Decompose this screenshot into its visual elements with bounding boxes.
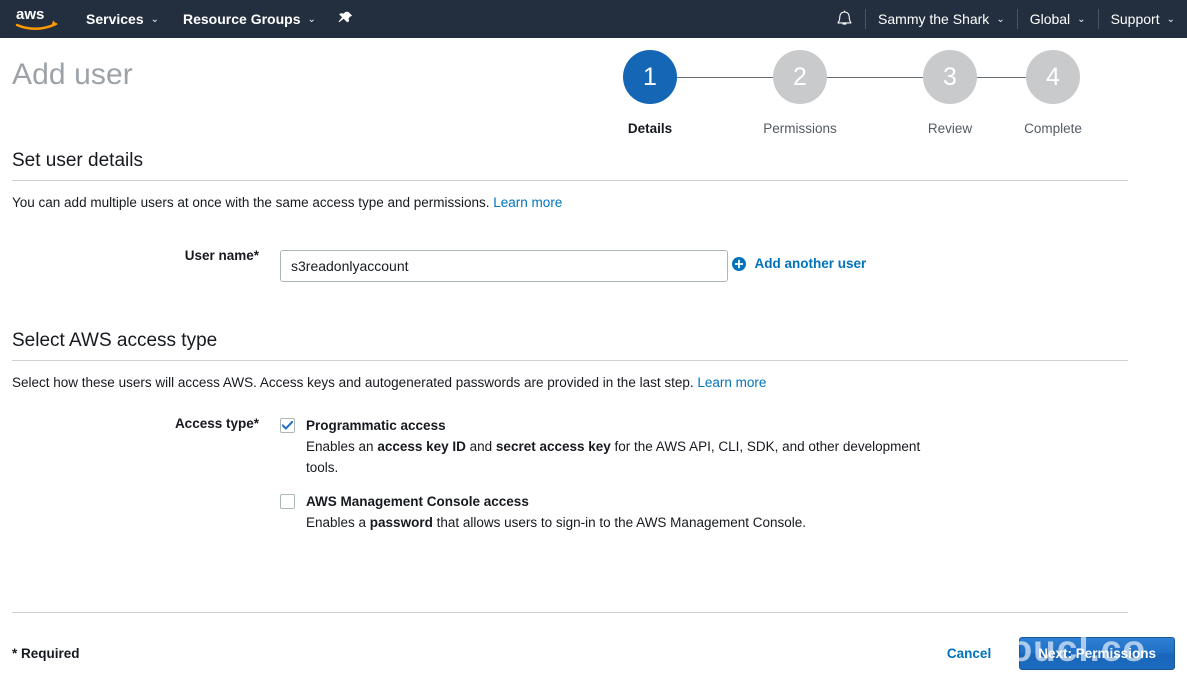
form-row-access-type: Access type* Programmatic access Enables… (12, 416, 1175, 547)
access-type-label: Access type* (174, 415, 259, 431)
step-label: Permissions (763, 121, 837, 136)
section-heading-user-details: Set user details (12, 150, 143, 171)
step-number-circle: 1 (623, 50, 677, 104)
access-type-options: Programmatic access Enables an access ke… (280, 416, 1175, 547)
programmatic-access-text: Programmatic access Enables an access ke… (306, 416, 946, 478)
cancel-button[interactable]: Cancel (933, 646, 1005, 661)
step-label: Details (627, 121, 673, 136)
add-another-user-label: Add another user (754, 256, 867, 271)
next-permissions-button[interactable]: Next: Permissions (1019, 637, 1175, 670)
step-number-circle: 2 (773, 50, 827, 104)
nav-item-services-label: Services (86, 11, 144, 27)
programmatic-access-description: Enables an access key ID and secret acce… (306, 436, 946, 478)
chevron-down-icon: ⌄ (1166, 13, 1175, 25)
step-label: Complete (1024, 121, 1082, 136)
nav-item-region[interactable]: Global ⌄ (1018, 0, 1098, 38)
checkmark-icon (282, 420, 293, 430)
nav-item-support[interactable]: Support ⌄ (1099, 0, 1187, 38)
step-number-circle: 4 (1026, 50, 1080, 104)
chevron-down-icon: ⌄ (307, 13, 316, 25)
desc-prefix: Enables an (306, 438, 378, 454)
username-input[interactable] (280, 249, 728, 282)
nav-item-account[interactable]: Sammy the Shark ⌄ (866, 0, 1017, 38)
console-access-title: AWS Management Console access (306, 493, 529, 509)
wizard-step-review: 3 Review (875, 50, 1073, 136)
notifications-button[interactable] (824, 0, 865, 38)
section-access-type: Select AWS access type Select how these … (12, 330, 1175, 547)
step-number-circle: 3 (923, 50, 977, 104)
programmatic-access-checkbox[interactable] (280, 417, 295, 433)
nav-item-services[interactable]: Services ⌄ (74, 0, 171, 38)
section-description-user-details: You can add multiple users at once with … (12, 181, 1175, 210)
desc-bold-password: password (369, 514, 433, 530)
desc-bold-access-key-id: access key ID (377, 438, 466, 454)
access-type-option-console[interactable]: AWS Management Console access Enables a … (280, 492, 1175, 533)
aws-logo[interactable]: aws (0, 0, 74, 38)
wizard-step-indicator: 1 Details 2 Permissions 3 Review 4 Compl… (575, 50, 1082, 136)
access-type-description-text: Select how these users will access AWS. … (12, 374, 694, 390)
footer-actions: Cancel Next: Permissions (933, 637, 1175, 670)
notification-bell-icon (837, 9, 852, 25)
footer-bar: * Required Cancel Next: Permissions (0, 613, 1187, 670)
nav-right-group: Sammy the Shark ⌄ Global ⌄ Support ⌄ (824, 0, 1187, 38)
learn-more-link-user-details[interactable]: Learn more (493, 195, 562, 210)
wizard-step-details: 1 Details (575, 50, 773, 136)
chevron-down-icon: ⌄ (996, 13, 1005, 25)
wizard-step-permissions: 2 Permissions (725, 50, 923, 136)
account-name-label: Sammy the Shark (878, 11, 990, 27)
desc-suffix: that allows users to sign-in to the AWS … (432, 514, 807, 530)
pushpin-icon (338, 11, 353, 23)
page-footer: * Required Cancel Next: Permissions (0, 612, 1187, 670)
pin-shortcuts-button[interactable] (328, 0, 363, 38)
console-access-text: AWS Management Console access Enables a … (306, 492, 806, 533)
nav-item-resource-groups[interactable]: Resource Groups ⌄ (171, 0, 328, 38)
desc-prefix: Enables a (306, 514, 370, 530)
page-title: Add user (12, 58, 133, 91)
console-access-checkbox[interactable] (280, 493, 295, 509)
desc-bold-secret-access-key: secret access key (495, 438, 611, 454)
user-details-description-text: You can add multiple users at once with … (12, 195, 490, 210)
wizard-step-complete: 4 Complete (1024, 50, 1082, 136)
main-content: Set user details You can add multiple us… (0, 150, 1187, 547)
section-user-details: Set user details You can add multiple us… (12, 150, 1175, 282)
learn-more-link-access-type[interactable]: Learn more (697, 375, 766, 390)
aws-logo-icon: aws (15, 6, 58, 30)
step-connector (677, 77, 773, 78)
desc-mid: and (465, 438, 496, 454)
chevron-down-icon: ⌄ (150, 13, 159, 25)
page-header: Add user 1 Details 2 Permissions 3 Revie… (0, 38, 1187, 150)
console-access-description: Enables a password that allows users to … (306, 512, 806, 533)
add-another-user-button[interactable]: Add another user (732, 256, 866, 271)
svg-text:aws: aws (16, 6, 44, 23)
access-type-option-programmatic[interactable]: Programmatic access Enables an access ke… (280, 416, 1175, 478)
plus-circle-icon (732, 256, 747, 271)
step-label: Review (927, 121, 973, 136)
nav-left-group: aws Services ⌄ Resource Groups ⌄ (0, 0, 363, 38)
region-label: Global (1029, 11, 1071, 27)
username-field-wrapper: Add another user (280, 241, 1175, 282)
username-label: User name* (184, 248, 259, 263)
nav-item-resource-groups-label: Resource Groups (183, 11, 301, 27)
programmatic-access-title: Programmatic access (306, 417, 446, 433)
top-navigation-bar: aws Services ⌄ Resource Groups ⌄ Sammy t… (0, 0, 1187, 38)
support-label: Support (1110, 11, 1160, 27)
step-connector (827, 77, 923, 78)
section-description-access-type: Select how these users will access AWS. … (12, 361, 1175, 390)
section-heading-access-type: Select AWS access type (12, 329, 218, 351)
form-row-username: User name* Add another user (12, 241, 1175, 282)
chevron-down-icon: ⌄ (1077, 13, 1086, 25)
required-note: * Required (12, 646, 80, 661)
